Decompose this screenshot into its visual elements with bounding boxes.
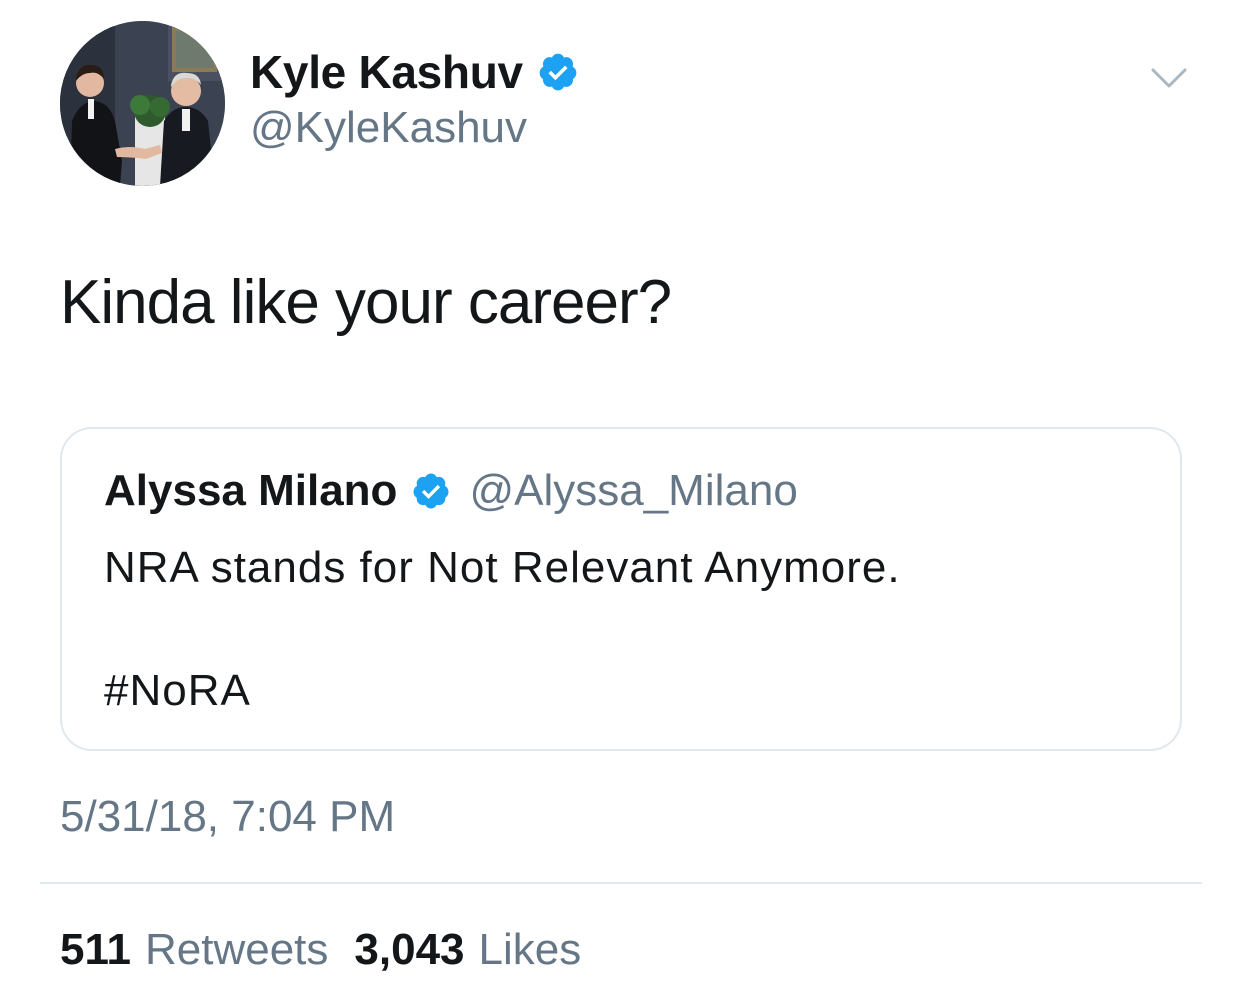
- quoted-author-handle: @Alyssa_Milano: [469, 466, 798, 515]
- quoted-tweet-hashtag[interactable]: #NoRA: [104, 666, 251, 716]
- author-avatar[interactable]: [60, 21, 225, 186]
- likes-label: Likes: [478, 925, 582, 974]
- divider: [40, 882, 1202, 884]
- quoted-tweet-header: Alyssa Milano @Alyssa_Milano: [104, 463, 798, 519]
- quoted-author-display-name: Alyssa Milano: [104, 466, 398, 515]
- retweets-stat[interactable]: 511 Retweets: [60, 925, 328, 975]
- tweet-timestamp: 5/31/18, 7:04 PM: [60, 792, 396, 841]
- likes-stat[interactable]: 3,043 Likes: [354, 925, 581, 975]
- chevron-down-icon[interactable]: [1149, 62, 1189, 92]
- tweet-text: Kinda like your career?: [60, 268, 672, 337]
- author-handle[interactable]: @KyleKashuv: [250, 103, 527, 153]
- retweets-label: Retweets: [144, 925, 329, 974]
- quoted-tweet-text: NRA stands for Not Relevant Anymore.: [104, 543, 901, 592]
- retweets-count: 511: [60, 925, 131, 974]
- author-display-name[interactable]: Kyle Kashuv: [250, 45, 523, 99]
- likes-count: 3,043: [354, 925, 465, 974]
- verified-badge-icon: [411, 471, 451, 511]
- verified-badge-icon: [537, 51, 579, 93]
- quoted-tweet-card[interactable]: Alyssa Milano @Alyssa_Milano NRA stands …: [60, 427, 1182, 751]
- tweet-stats: 511 Retweets 3,043 Likes: [60, 922, 581, 978]
- author-header: Kyle Kashuv: [250, 44, 579, 100]
